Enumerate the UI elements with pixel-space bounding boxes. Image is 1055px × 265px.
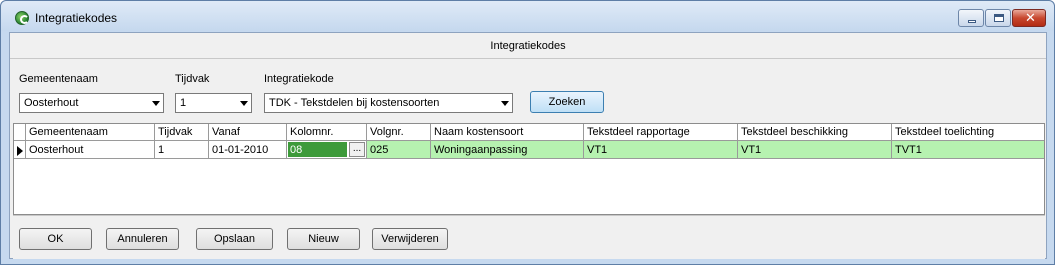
table-cell[interactable]: Oosterhout: [26, 141, 155, 159]
chevron-down-icon: [501, 101, 509, 106]
tijdvak-value: 1: [180, 97, 187, 109]
table-cell[interactable]: TVT1: [892, 141, 1044, 159]
minimize-icon: [968, 20, 976, 23]
ellipsis-button[interactable]: ...: [349, 142, 365, 157]
table-cell[interactable]: VT1: [738, 141, 892, 159]
main-window: Integratiekodes ✕ Integratiekodes Gemeen…: [0, 0, 1055, 265]
column-header[interactable]: Tekstdeel rapportage: [584, 124, 738, 141]
current-row-icon: [17, 146, 23, 156]
column-header[interactable]: Volgnr.: [367, 124, 431, 141]
window-title: Integratiekodes: [35, 11, 118, 25]
chevron-down-icon: [240, 101, 248, 106]
table-cell[interactable]: VT1: [584, 141, 738, 159]
ok-button[interactable]: OK: [19, 228, 92, 250]
tijdvak-select[interactable]: 1: [175, 93, 252, 113]
column-header[interactable]: Kolomnr.: [287, 124, 367, 141]
column-header[interactable]: Gemeentenaam: [26, 124, 155, 141]
page-title: Integratiekodes: [490, 40, 566, 52]
gemeentenaam-select[interactable]: Oosterhout: [19, 93, 164, 113]
column-header[interactable]: Vanaf: [209, 124, 287, 141]
kolomnr-editor[interactable]: 08: [288, 142, 347, 157]
integratiekodes-grid[interactable]: Gemeentenaam Tijdvak Vanaf Kolomnr. Volg…: [13, 123, 1045, 215]
search-button[interactable]: Zoeken: [530, 91, 604, 113]
row-header-corner: [14, 124, 26, 141]
table-cell[interactable]: 01-01-2010: [209, 141, 287, 159]
table-cell[interactable]: 1: [155, 141, 209, 159]
nieuw-button[interactable]: Nieuw: [287, 228, 360, 250]
table-cell-editing[interactable]: 08 ...: [287, 141, 367, 159]
opslaan-button[interactable]: Opslaan: [196, 228, 273, 250]
header-band: Integratiekodes: [10, 33, 1046, 59]
gemeentenaam-value: Oosterhout: [24, 97, 79, 109]
table-cell[interactable]: Woningaanpassing: [431, 141, 584, 159]
close-button[interactable]: ✕: [1012, 9, 1046, 27]
client-area: Integratiekodes Gemeentenaam Oosterhout …: [9, 32, 1047, 259]
tijdvak-label: Tijdvak: [175, 73, 210, 85]
row-header[interactable]: [14, 141, 26, 159]
chevron-down-icon: [152, 101, 160, 106]
close-icon: ✕: [1025, 11, 1036, 26]
maximize-button[interactable]: [985, 9, 1011, 27]
column-header[interactable]: Naam kostensoort: [431, 124, 584, 141]
verwijderen-button[interactable]: Verwijderen: [372, 228, 448, 250]
integratiekode-select[interactable]: TDK - Tekstdelen bij kostensoorten: [264, 93, 513, 113]
minimize-button[interactable]: [958, 9, 984, 27]
integratiekode-label: Integratiekode: [264, 73, 334, 85]
column-header[interactable]: Tekstdeel toelichting: [892, 124, 1044, 141]
column-header[interactable]: Tijdvak: [155, 124, 209, 141]
annuleren-button[interactable]: Annuleren: [106, 228, 179, 250]
integratiekode-value: TDK - Tekstdelen bij kostensoorten: [269, 97, 440, 109]
app-logo-icon: [15, 11, 29, 25]
table-cell[interactable]: 025: [367, 141, 431, 159]
maximize-icon: [994, 14, 1004, 22]
gemeentenaam-label: Gemeentenaam: [19, 73, 98, 85]
title-bar[interactable]: Integratiekodes ✕: [1, 1, 1054, 31]
column-header[interactable]: Tekstdeel beschikking: [738, 124, 892, 141]
